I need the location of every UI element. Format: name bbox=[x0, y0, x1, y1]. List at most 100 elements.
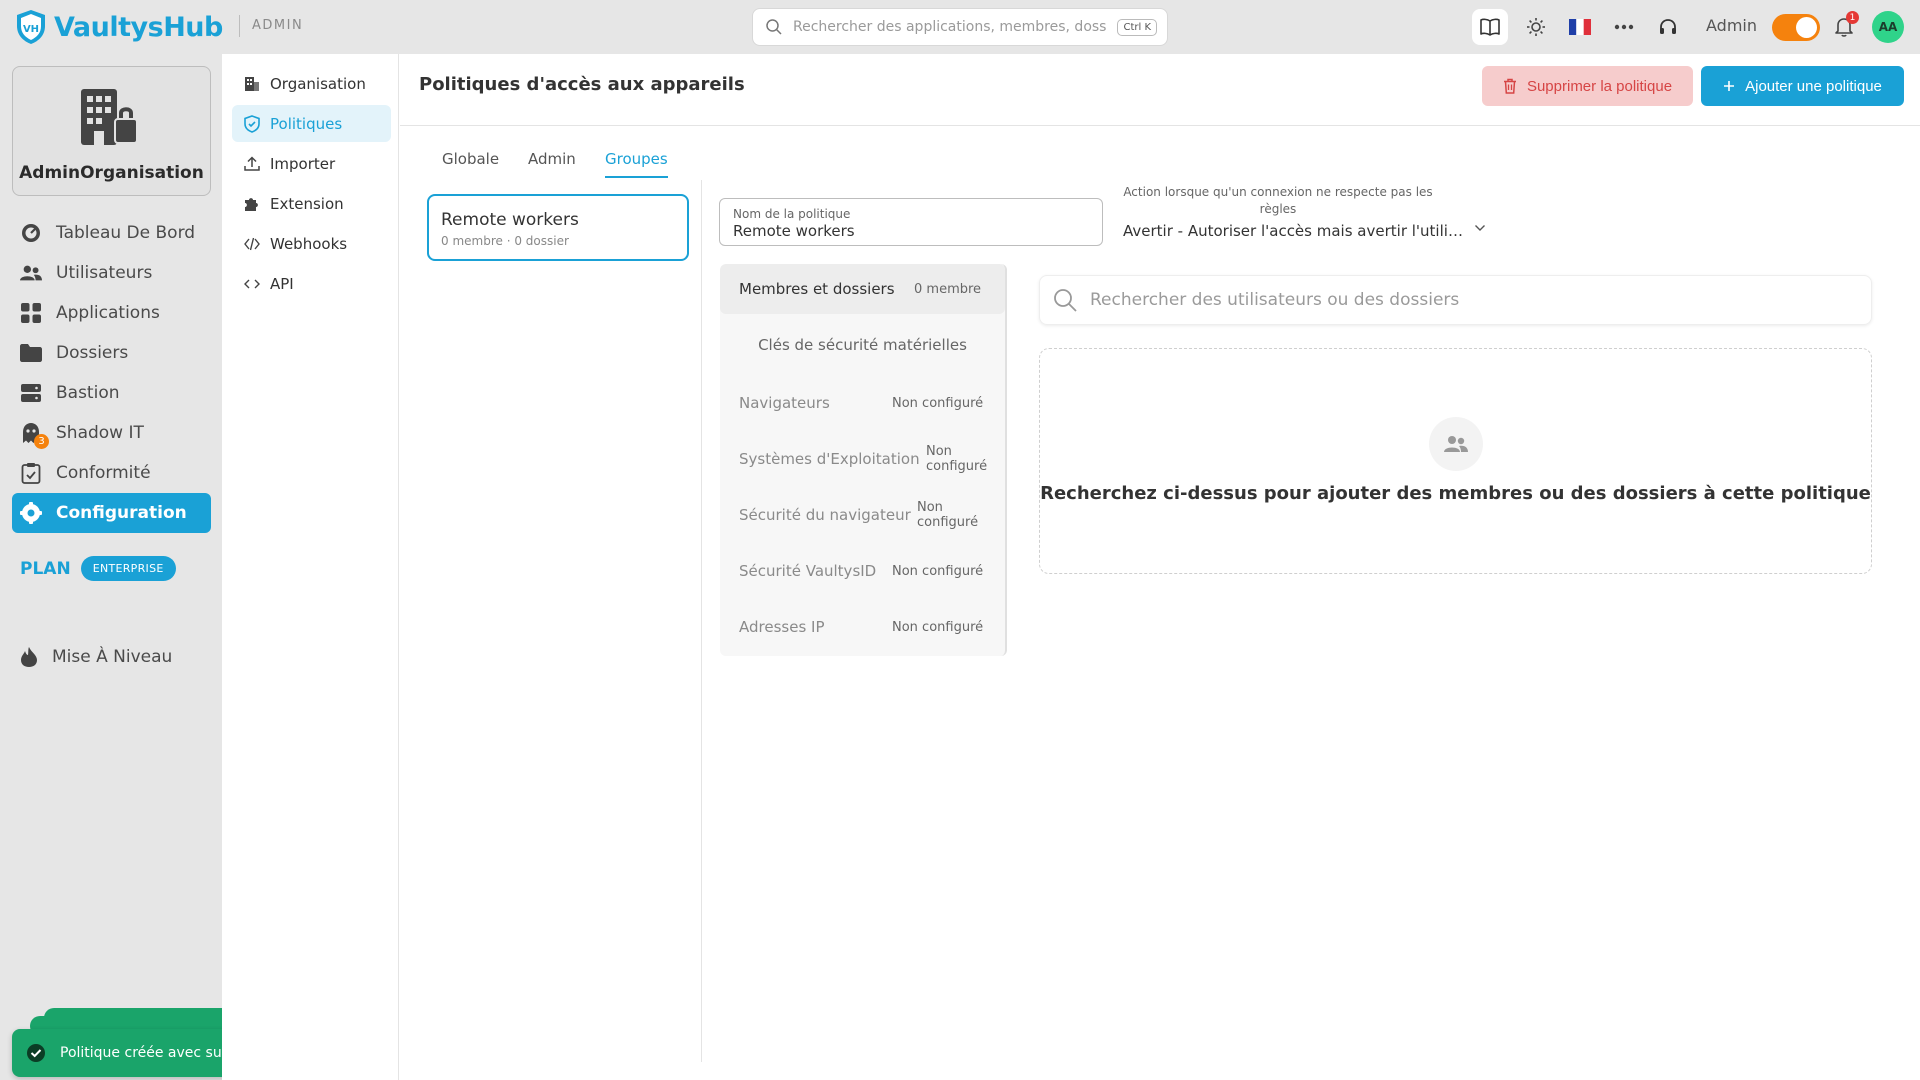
headset-icon bbox=[1658, 17, 1678, 37]
global-search[interactable]: Ctrl K bbox=[752, 8, 1168, 46]
tab-globale[interactable]: Globale bbox=[442, 150, 499, 178]
webhook-icon bbox=[244, 236, 260, 252]
language-button[interactable] bbox=[1562, 9, 1598, 45]
nav-shadow-it[interactable]: Shadow IT 3 bbox=[12, 413, 211, 453]
sun-icon bbox=[1526, 17, 1546, 37]
divider bbox=[701, 180, 702, 1062]
upgrade-link[interactable]: Mise À Niveau bbox=[20, 646, 172, 668]
user-mode-label: Admin bbox=[1706, 16, 1757, 35]
rule-browsers[interactable]: Navigateurs Non configuré bbox=[720, 378, 1005, 428]
rule-label: Sécurité VaultysID bbox=[739, 562, 877, 580]
rule-vaultysid-security[interactable]: Sécurité VaultysID Non configuré bbox=[720, 546, 1005, 596]
book-icon bbox=[1479, 17, 1501, 37]
policy-name-label: Nom de la politique bbox=[733, 207, 851, 221]
more-dots-icon bbox=[1614, 24, 1634, 30]
support-button[interactable] bbox=[1650, 9, 1686, 45]
nav-applications[interactable]: Applications bbox=[12, 293, 211, 333]
users-icon bbox=[1429, 417, 1483, 471]
subnav-organisation[interactable]: Organisation bbox=[232, 65, 391, 102]
avatar[interactable]: AA bbox=[1872, 11, 1904, 43]
search-icon bbox=[765, 18, 783, 36]
group-name: Remote workers bbox=[441, 210, 579, 230]
french-flag-icon bbox=[1569, 19, 1591, 35]
nav-label: Tableau De Bord bbox=[56, 223, 196, 243]
violation-action-value: Avertir - Autoriser l'accès mais avertir… bbox=[1123, 222, 1463, 240]
nav-bastion[interactable]: Bastion bbox=[12, 373, 211, 413]
group-meta: 0 membre · 0 dossier bbox=[441, 234, 569, 248]
tab-admin[interactable]: Admin bbox=[528, 150, 576, 178]
add-policy-button[interactable]: Ajouter une politique bbox=[1701, 66, 1904, 106]
clipboard-check-icon bbox=[20, 462, 42, 484]
rule-status: Non configuré bbox=[892, 563, 984, 579]
member-search-input[interactable] bbox=[1090, 290, 1871, 310]
sidebar: AdminOrganisation Tableau De Bord Utilis… bbox=[0, 54, 222, 1080]
policy-name-field[interactable]: Nom de la politique Remote workers bbox=[719, 198, 1103, 246]
docs-button[interactable] bbox=[1472, 9, 1508, 45]
theme-button[interactable] bbox=[1518, 9, 1554, 45]
violation-action-select[interactable]: Action lorsque qu'un connexion ne respec… bbox=[1111, 184, 1493, 246]
grid-icon bbox=[20, 302, 42, 324]
subnav-label: Politiques bbox=[270, 114, 343, 133]
flame-icon bbox=[20, 646, 38, 668]
rule-members-folders[interactable]: Membres et dossiers 0 membre bbox=[720, 264, 1005, 314]
subnav-webhooks[interactable]: Webhooks bbox=[232, 225, 391, 262]
rule-label: Clés de sécurité matérielles bbox=[758, 336, 967, 354]
nav-compliance[interactable]: Conformité bbox=[12, 453, 211, 493]
more-button[interactable] bbox=[1606, 9, 1642, 45]
subnav-label: Organisation bbox=[270, 74, 366, 93]
shield-icon bbox=[244, 114, 260, 133]
rule-status: 0 membre bbox=[914, 281, 982, 297]
subnav-policies[interactable]: Politiques bbox=[232, 105, 391, 142]
rule-hardware-keys[interactable]: Clés de sécurité matérielles bbox=[720, 320, 1005, 370]
toggle-knob bbox=[1796, 17, 1817, 38]
brand-name: VaultysHub bbox=[54, 11, 223, 43]
main-navigation: Tableau De Bord Utilisateurs Application… bbox=[12, 213, 211, 533]
rule-status: Non configuré bbox=[926, 444, 988, 474]
plan-badge: ENTERPRISE bbox=[80, 556, 176, 581]
upgrade-label: Mise À Niveau bbox=[52, 647, 173, 667]
organisation-card[interactable]: AdminOrganisation bbox=[12, 66, 211, 196]
subnav-import[interactable]: Importer bbox=[232, 145, 391, 182]
plus-icon bbox=[1723, 80, 1735, 92]
nav-label: Utilisateurs bbox=[56, 263, 153, 283]
users-icon bbox=[20, 262, 42, 284]
notifications-button[interactable]: 1 bbox=[1826, 9, 1862, 45]
tab-groupes[interactable]: Groupes bbox=[605, 150, 668, 178]
nav-users[interactable]: Utilisateurs bbox=[12, 253, 211, 293]
brand-logo[interactable]: VH VaultysHub bbox=[14, 8, 223, 46]
search-icon bbox=[1052, 287, 1078, 313]
delete-policy-button[interactable]: Supprimer la politique bbox=[1482, 66, 1693, 106]
subnav-api[interactable]: API bbox=[232, 265, 391, 302]
nav-label: Conformité bbox=[56, 463, 151, 483]
admin-mode-toggle[interactable] bbox=[1772, 14, 1820, 41]
upload-icon bbox=[244, 155, 260, 172]
plan-info: PLAN ENTERPRISE bbox=[20, 556, 176, 581]
trash-icon bbox=[1503, 78, 1517, 94]
nav-configuration[interactable]: Configuration bbox=[12, 493, 211, 533]
nav-label: Shadow IT bbox=[56, 423, 144, 443]
rule-ip-addresses[interactable]: Adresses IP Non configuré bbox=[720, 602, 1005, 652]
chevron-down-icon bbox=[1474, 224, 1486, 232]
shadow-it-count-badge: 3 bbox=[34, 434, 49, 449]
group-card-remote-workers[interactable]: Remote workers 0 membre · 0 dossier bbox=[427, 194, 689, 261]
building-lock-icon bbox=[77, 85, 147, 149]
plan-label: PLAN bbox=[20, 558, 71, 579]
rule-browser-security[interactable]: Sécurité du navigateur Non configuré bbox=[720, 490, 1005, 540]
empty-state: Recherchez ci-dessus pour ajouter des me… bbox=[1039, 348, 1872, 574]
global-search-input[interactable] bbox=[793, 19, 1108, 35]
rule-operating-systems[interactable]: Systèmes d'Exploitation Non configuré bbox=[720, 434, 1005, 484]
rule-label: Systèmes d'Exploitation bbox=[739, 450, 920, 468]
nav-dashboard[interactable]: Tableau De Bord bbox=[12, 213, 211, 253]
policy-rules-list: Membres et dossiers 0 membre Clés de séc… bbox=[720, 264, 1007, 656]
rule-label: Adresses IP bbox=[739, 618, 825, 636]
code-icon bbox=[244, 276, 260, 292]
page-header: Politiques d'accès aux appareils Supprim… bbox=[400, 54, 1920, 126]
folder-icon bbox=[20, 342, 42, 364]
svg-text:VH: VH bbox=[23, 24, 39, 35]
nav-folders[interactable]: Dossiers bbox=[12, 333, 211, 373]
building-icon bbox=[244, 76, 260, 92]
member-search[interactable] bbox=[1039, 275, 1872, 325]
subnav-label: Importer bbox=[270, 154, 336, 173]
subnav-extension[interactable]: Extension bbox=[232, 185, 391, 222]
nav-label: Bastion bbox=[56, 383, 120, 403]
